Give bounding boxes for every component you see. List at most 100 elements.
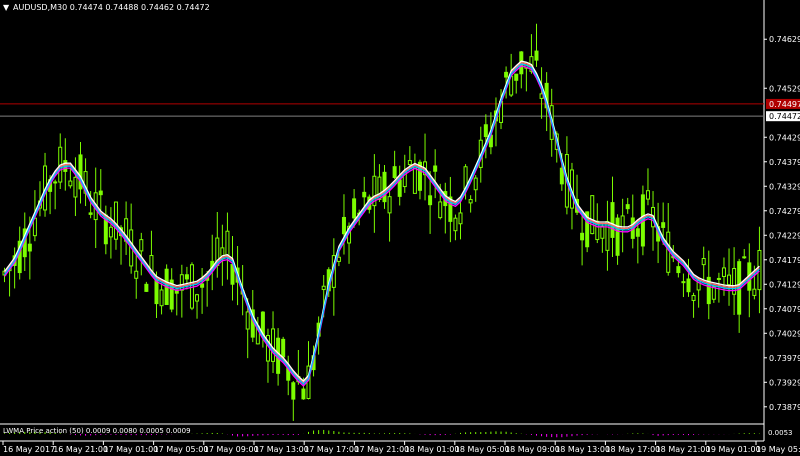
candle-body	[645, 190, 650, 200]
candle-body	[98, 190, 103, 196]
price-tick-label: 0.73979	[769, 354, 800, 363]
time-tick-label: 17 May 21:00	[354, 445, 409, 454]
candle-body	[200, 283, 205, 288]
candle-body	[752, 288, 757, 296]
price-tick-label: 0.74379	[769, 158, 800, 167]
candle-body	[453, 217, 458, 232]
price-tick-label: 0.74629	[769, 35, 800, 44]
candle-body	[134, 270, 139, 279]
price-tick-label: 0.73929	[769, 378, 800, 387]
candle-body	[341, 216, 346, 235]
candle-body	[271, 328, 276, 362]
price-tick-label: 0.74429	[769, 133, 800, 142]
price-tick-label: 0.74529	[769, 84, 800, 93]
time-tick-label: 18 May 05:00	[455, 445, 510, 454]
candle-body	[352, 198, 357, 219]
candle-body	[433, 165, 438, 172]
candle-body	[590, 195, 595, 235]
candle-body	[428, 195, 433, 206]
candle-body	[458, 212, 463, 225]
candle-body	[514, 73, 519, 81]
candle-body	[113, 201, 118, 240]
price-tick-label: 0.74329	[769, 182, 800, 191]
time-tick-label: 16 May 2017	[3, 445, 55, 454]
price-tick-label: 0.74029	[769, 329, 800, 338]
candle-body	[301, 388, 306, 400]
chart-collapse-icon[interactable]: ▼	[3, 3, 10, 12]
price-tick-label: 0.73879	[769, 403, 800, 412]
candle-body	[580, 232, 585, 241]
candle-body	[281, 338, 286, 358]
candle-body	[321, 285, 326, 291]
candle-body	[742, 256, 747, 259]
candle-body	[159, 289, 164, 307]
candle-body	[392, 166, 397, 178]
indicator-title: LWMA Price action (50) 0.0009 0.0080 0.0…	[3, 427, 191, 435]
candle-body	[27, 243, 32, 252]
candle-body	[362, 191, 367, 198]
time-tick-label: 17 May 13:00	[254, 445, 309, 454]
candle-body	[88, 212, 93, 215]
price-tick-label: 0.74129	[769, 280, 800, 289]
candle-body	[721, 267, 726, 277]
time-tick-label: 16 May 21:00	[53, 445, 108, 454]
price-tick-label: 0.74079	[769, 305, 800, 314]
time-tick-label: 17 May 01:00	[103, 445, 158, 454]
candle-body	[438, 201, 443, 219]
candle-body	[412, 166, 417, 194]
candle-body	[245, 311, 250, 330]
time-tick-label: 18 May 13:00	[555, 445, 610, 454]
candle-body	[468, 199, 473, 204]
candle-body	[397, 179, 402, 197]
candle-body	[676, 266, 681, 274]
time-tick-label: 18 May 01:00	[405, 445, 460, 454]
candle-body	[195, 294, 200, 302]
candle-body	[610, 202, 615, 238]
candle-body	[154, 279, 159, 305]
candle-body	[291, 382, 296, 400]
candle-body	[108, 226, 113, 238]
price-tick-label: 0.74179	[769, 256, 800, 265]
candle-body	[53, 181, 58, 184]
candle-body	[661, 222, 666, 228]
candle-body	[73, 176, 78, 198]
candle-body	[407, 160, 412, 166]
candle-body	[681, 281, 686, 284]
candle-body	[635, 228, 640, 237]
time-tick-label: 18 May 21:00	[656, 445, 711, 454]
time-tick-label: 18 May 09:00	[505, 445, 560, 454]
candle-body	[387, 196, 392, 214]
candle-body	[144, 283, 149, 292]
chart-title: AUDUSD,M30 0.74474 0.74488 0.74462 0.744…	[13, 3, 210, 12]
candle-body	[504, 71, 509, 78]
red-level-label: 0.74497	[769, 100, 800, 109]
indicator-right-value: 0.0053	[768, 429, 793, 437]
candle-body	[686, 278, 691, 293]
candle-body	[600, 225, 605, 239]
time-tick-label: 19 May 01:00	[706, 445, 761, 454]
candle-body	[620, 215, 625, 231]
time-tick-label: 17 May 17:00	[304, 445, 359, 454]
candle-body	[625, 204, 630, 210]
candle-body	[336, 256, 341, 262]
candle-body	[184, 274, 189, 280]
candle-body	[691, 295, 696, 301]
candle-body	[225, 230, 230, 256]
candle-body	[701, 257, 706, 266]
price-tick-label: 0.74229	[769, 231, 800, 240]
time-tick-label: 17 May 09:00	[204, 445, 259, 454]
time-axis[interactable]: 16 May 201716 May 21:0017 May 01:0017 Ma…	[2, 441, 800, 454]
bid-price-label: 0.74472	[769, 112, 800, 121]
candle-body	[534, 50, 539, 61]
candle-body	[68, 180, 73, 187]
candle-body	[382, 171, 387, 203]
time-tick-label: 18 May 17:00	[605, 445, 660, 454]
candle-body	[473, 177, 478, 191]
price-axis[interactable]: 0.74629 0.74529 0.74429 0.74379 0.74329 0.742…	[764, 35, 800, 412]
candles-group	[2, 23, 762, 421]
candle-body	[615, 217, 620, 256]
time-tick-label: 17 May 05:00	[154, 445, 209, 454]
price-chart[interactable]: ▼ AUDUSD,M30 0.74474 0.74488 0.74462 0.7…	[0, 0, 800, 456]
candle-body	[483, 124, 488, 138]
candle-body	[139, 239, 144, 252]
